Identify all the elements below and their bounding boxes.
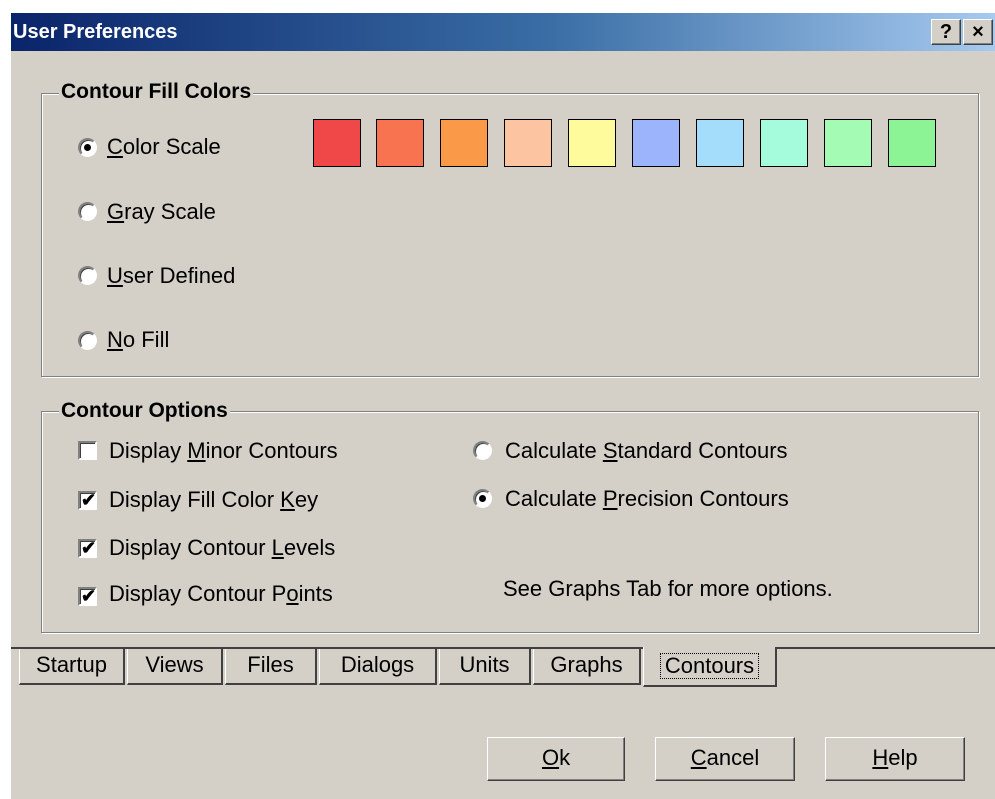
tab-units[interactable]: Units bbox=[439, 649, 531, 685]
radio-user-defined[interactable] bbox=[78, 266, 97, 285]
window-title: User Preferences bbox=[13, 21, 178, 43]
color-swatch[interactable] bbox=[313, 119, 361, 167]
color-swatch[interactable] bbox=[696, 119, 744, 167]
label-user-defined[interactable]: User Defined bbox=[107, 263, 235, 289]
tab-contours[interactable]: Contours bbox=[643, 647, 777, 687]
radio-standard-contours[interactable] bbox=[473, 441, 492, 460]
label-standard-contours[interactable]: Calculate Standard Contours bbox=[505, 438, 788, 464]
color-swatch[interactable] bbox=[504, 119, 552, 167]
radio-color-scale[interactable] bbox=[78, 138, 97, 157]
ok-button[interactable]: Ok bbox=[487, 737, 625, 781]
color-swatch[interactable] bbox=[632, 119, 680, 167]
tab-files[interactable]: Files bbox=[225, 649, 317, 685]
color-swatch[interactable] bbox=[760, 119, 808, 167]
label-gray-scale[interactable]: Gray Scale bbox=[107, 199, 216, 225]
tab-startup[interactable]: Startup bbox=[19, 649, 125, 685]
label-no-fill[interactable]: No Fill bbox=[107, 327, 169, 353]
preferences-dialog: User Preferences ? × Contour Fill Colors… bbox=[10, 12, 995, 799]
fill-colors-group-title: Contour Fill Colors bbox=[59, 80, 254, 104]
checkbox-minor-contours[interactable] bbox=[78, 441, 97, 460]
color-swatch[interactable] bbox=[440, 119, 488, 167]
radio-precision-contours[interactable] bbox=[473, 489, 492, 508]
tab-graphs[interactable]: Graphs bbox=[533, 649, 641, 685]
color-swatch[interactable] bbox=[376, 119, 424, 167]
label-fill-color-key[interactable]: Display Fill Color Key bbox=[109, 487, 318, 513]
contour-options-group-title: Contour Options bbox=[59, 399, 230, 423]
help-button[interactable]: Help bbox=[825, 737, 965, 781]
label-color-scale[interactable]: Color Scale bbox=[107, 134, 221, 160]
label-contour-levels[interactable]: Display Contour Levels bbox=[109, 535, 335, 561]
color-swatch[interactable] bbox=[824, 119, 872, 167]
checkbox-contour-levels[interactable]: ✔ bbox=[78, 538, 97, 558]
checkbox-fill-color-key[interactable]: ✔ bbox=[78, 490, 97, 510]
label-contour-points[interactable]: Display Contour Points bbox=[109, 581, 333, 607]
label-minor-contours[interactable]: Display Minor Contours bbox=[109, 438, 338, 464]
label-precision-contours[interactable]: Calculate Precision Contours bbox=[505, 486, 789, 512]
color-swatch[interactable] bbox=[888, 119, 936, 167]
color-swatch[interactable] bbox=[568, 119, 616, 167]
help-title-button[interactable]: ? bbox=[931, 19, 961, 45]
radio-gray-scale[interactable] bbox=[78, 202, 97, 221]
tab-views[interactable]: Views bbox=[127, 649, 223, 685]
close-button[interactable]: × bbox=[963, 19, 993, 45]
checkbox-contour-points[interactable]: ✔ bbox=[78, 586, 97, 606]
tab-dialogs[interactable]: Dialogs bbox=[319, 649, 437, 685]
graphs-tab-note: See Graphs Tab for more options. bbox=[503, 576, 833, 601]
cancel-button[interactable]: Cancel bbox=[655, 737, 795, 781]
title-bar: User Preferences ? × bbox=[11, 13, 995, 51]
radio-no-fill[interactable] bbox=[78, 331, 97, 350]
